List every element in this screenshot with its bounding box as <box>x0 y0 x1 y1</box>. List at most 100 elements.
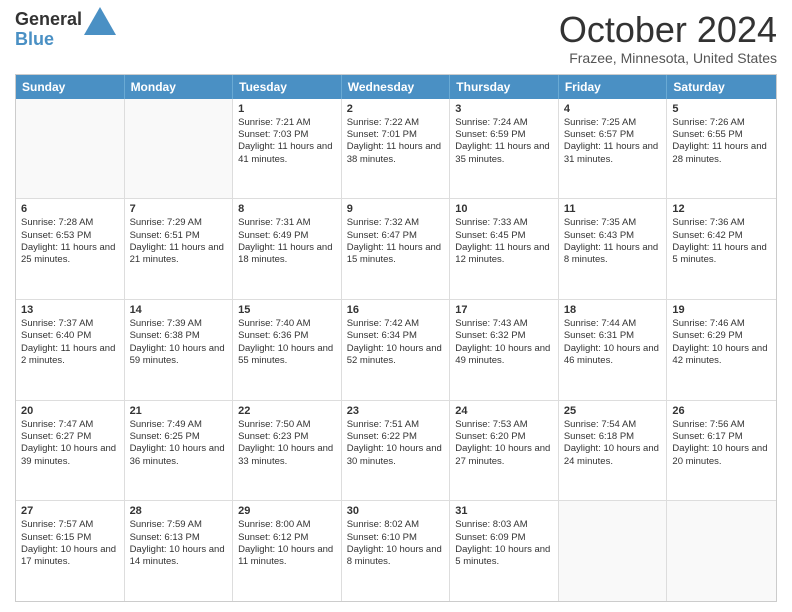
calendar-row: 27Sunrise: 7:57 AMSunset: 6:15 PMDayligh… <box>16 501 776 601</box>
daylight-text: Daylight: 11 hours and 28 minutes. <box>672 141 771 166</box>
day-number: 6 <box>21 203 119 215</box>
calendar-cell: 4Sunrise: 7:25 AMSunset: 6:57 PMDaylight… <box>559 99 668 199</box>
calendar-header-cell: Tuesday <box>233 75 342 99</box>
sunrise-text: Sunrise: 7:32 AM <box>347 217 445 229</box>
calendar-cell: 2Sunrise: 7:22 AMSunset: 7:01 PMDaylight… <box>342 99 451 199</box>
sunset-text: Sunset: 6:51 PM <box>130 230 228 242</box>
calendar-cell: 19 Sunrise: 7:46 AMSunset: 6:29 PMDayligh… <box>667 300 776 400</box>
calendar-cell: 23Sunrise: 7:51 AMSunset: 6:22 PMDayligh… <box>342 401 451 501</box>
day-number: 8 <box>238 203 336 215</box>
sunset-text: Sunset: 6:36 PM <box>238 330 336 342</box>
day-number: 14 <box>130 304 228 316</box>
sunset-text: Sunset: 6:29 PM <box>672 330 771 342</box>
daylight-text: Daylight: 10 hours and 52 minutes. <box>347 343 445 368</box>
calendar: SundayMondayTuesdayWednesdayThursdayFrid… <box>15 74 777 602</box>
day-number: 22 <box>238 405 336 417</box>
calendar-cell <box>125 99 234 199</box>
calendar-cell: 5Sunrise: 7:26 AMSunset: 6:55 PMDaylight… <box>667 99 776 199</box>
calendar-cell: 30 Sunrise: 8:02 AMSunset: 6:10 PMDayligh… <box>342 501 451 601</box>
sunrise-text: Sunrise: 7:43 AM <box>455 318 553 330</box>
daylight-text: Daylight: 10 hours and 46 minutes. <box>564 343 662 368</box>
logo-blue: Blue <box>15 29 54 49</box>
day-number: 7 <box>130 203 228 215</box>
daylight-text: Daylight: 11 hours and 35 minutes. <box>455 141 553 166</box>
sunset-text: Sunset: 6:10 PM <box>347 532 445 544</box>
day-number: 15 <box>238 304 336 316</box>
daylight-text: Daylight: 11 hours and 15 minutes. <box>347 242 445 267</box>
title-block: October 2024 Frazee, Minnesota, United S… <box>559 10 777 66</box>
sunset-text: Sunset: 6:49 PM <box>238 230 336 242</box>
daylight-text: Daylight: 10 hours and 59 minutes. <box>130 343 228 368</box>
day-number: 29 <box>238 505 336 517</box>
sunrise-text: Sunrise: 8:02 AM <box>347 519 445 531</box>
sunset-text: Sunset: 6:20 PM <box>455 431 553 443</box>
daylight-text: Daylight: 11 hours and 31 minutes. <box>564 141 662 166</box>
sunrise-text: Sunrise: 7:54 AM <box>564 419 662 431</box>
calendar-row: 13Sunrise: 7:37 AMSunset: 6:40 PMDayligh… <box>16 300 776 401</box>
day-number: 30 <box>347 505 445 517</box>
daylight-text: Daylight: 11 hours and 18 minutes. <box>238 242 336 267</box>
daylight-text: Daylight: 11 hours and 5 minutes. <box>672 242 771 267</box>
calendar-cell: 13Sunrise: 7:37 AMSunset: 6:40 PMDayligh… <box>16 300 125 400</box>
daylight-text: Daylight: 11 hours and 41 minutes. <box>238 141 336 166</box>
calendar-cell: 26Sunrise: 7:56 AMSunset: 6:17 PMDayligh… <box>667 401 776 501</box>
sunrise-text: Sunrise: 7:42 AM <box>347 318 445 330</box>
day-number: 19 <box>672 304 771 316</box>
sunset-text: Sunset: 6:25 PM <box>130 431 228 443</box>
daylight-text: Daylight: 10 hours and 27 minutes. <box>455 443 553 468</box>
daylight-text: Daylight: 10 hours and 24 minutes. <box>564 443 662 468</box>
sunset-text: Sunset: 6:13 PM <box>130 532 228 544</box>
calendar-row: 20Sunrise: 7:47 AMSunset: 6:27 PMDayligh… <box>16 401 776 502</box>
sunrise-text: Sunrise: 7:24 AM <box>455 117 553 129</box>
day-number: 4 <box>564 103 662 115</box>
logo-icon <box>84 7 116 35</box>
day-number: 11 <box>564 203 662 215</box>
calendar-header-cell: Thursday <box>450 75 559 99</box>
sunset-text: Sunset: 6:15 PM <box>21 532 119 544</box>
day-number: 12 <box>672 203 771 215</box>
calendar-cell: 1Sunrise: 7:21 AMSunset: 7:03 PMDaylight… <box>233 99 342 199</box>
logo: GeneralBlue <box>15 10 116 50</box>
sunset-text: Sunset: 6:59 PM <box>455 129 553 141</box>
sunset-text: Sunset: 7:03 PM <box>238 129 336 141</box>
day-number: 13 <box>21 304 119 316</box>
sunrise-text: Sunrise: 7:22 AM <box>347 117 445 129</box>
calendar-cell: 6Sunrise: 7:28 AMSunset: 6:53 PMDaylight… <box>16 199 125 299</box>
subtitle: Frazee, Minnesota, United States <box>559 50 777 66</box>
day-number: 16 <box>347 304 445 316</box>
sunset-text: Sunset: 6:22 PM <box>347 431 445 443</box>
sunrise-text: Sunrise: 7:59 AM <box>130 519 228 531</box>
daylight-text: Daylight: 10 hours and 8 minutes. <box>347 544 445 569</box>
calendar-cell <box>559 501 668 601</box>
sunrise-text: Sunrise: 7:53 AM <box>455 419 553 431</box>
day-number: 21 <box>130 405 228 417</box>
sunset-text: Sunset: 6:34 PM <box>347 330 445 342</box>
daylight-text: Daylight: 10 hours and 42 minutes. <box>672 343 771 368</box>
calendar-cell: 22Sunrise: 7:50 AMSunset: 6:23 PMDayligh… <box>233 401 342 501</box>
day-number: 31 <box>455 505 553 517</box>
sunset-text: Sunset: 6:31 PM <box>564 330 662 342</box>
daylight-text: Daylight: 10 hours and 49 minutes. <box>455 343 553 368</box>
calendar-header-cell: Wednesday <box>342 75 451 99</box>
main-title: October 2024 <box>559 10 777 50</box>
sunrise-text: Sunrise: 8:00 AM <box>238 519 336 531</box>
calendar-row: 1Sunrise: 7:21 AMSunset: 7:03 PMDaylight… <box>16 99 776 200</box>
sunset-text: Sunset: 6:42 PM <box>672 230 771 242</box>
calendar-cell: 24Sunrise: 7:53 AMSunset: 6:20 PMDayligh… <box>450 401 559 501</box>
day-number: 1 <box>238 103 336 115</box>
sunrise-text: Sunrise: 7:46 AM <box>672 318 771 330</box>
sunrise-text: Sunrise: 7:36 AM <box>672 217 771 229</box>
day-number: 28 <box>130 505 228 517</box>
sunset-text: Sunset: 6:55 PM <box>672 129 771 141</box>
sunrise-text: Sunrise: 7:40 AM <box>238 318 336 330</box>
header: GeneralBlue October 2024 Frazee, Minneso… <box>15 10 777 66</box>
daylight-text: Daylight: 11 hours and 2 minutes. <box>21 343 119 368</box>
daylight-text: Daylight: 11 hours and 25 minutes. <box>21 242 119 267</box>
sunrise-text: Sunrise: 7:47 AM <box>21 419 119 431</box>
calendar-cell: 20Sunrise: 7:47 AMSunset: 6:27 PMDayligh… <box>16 401 125 501</box>
daylight-text: Daylight: 11 hours and 21 minutes. <box>130 242 228 267</box>
sunset-text: Sunset: 6:53 PM <box>21 230 119 242</box>
sunset-text: Sunset: 6:09 PM <box>455 532 553 544</box>
day-number: 23 <box>347 405 445 417</box>
calendar-cell: 31Sunrise: 8:03 AMSunset: 6:09 PMDayligh… <box>450 501 559 601</box>
